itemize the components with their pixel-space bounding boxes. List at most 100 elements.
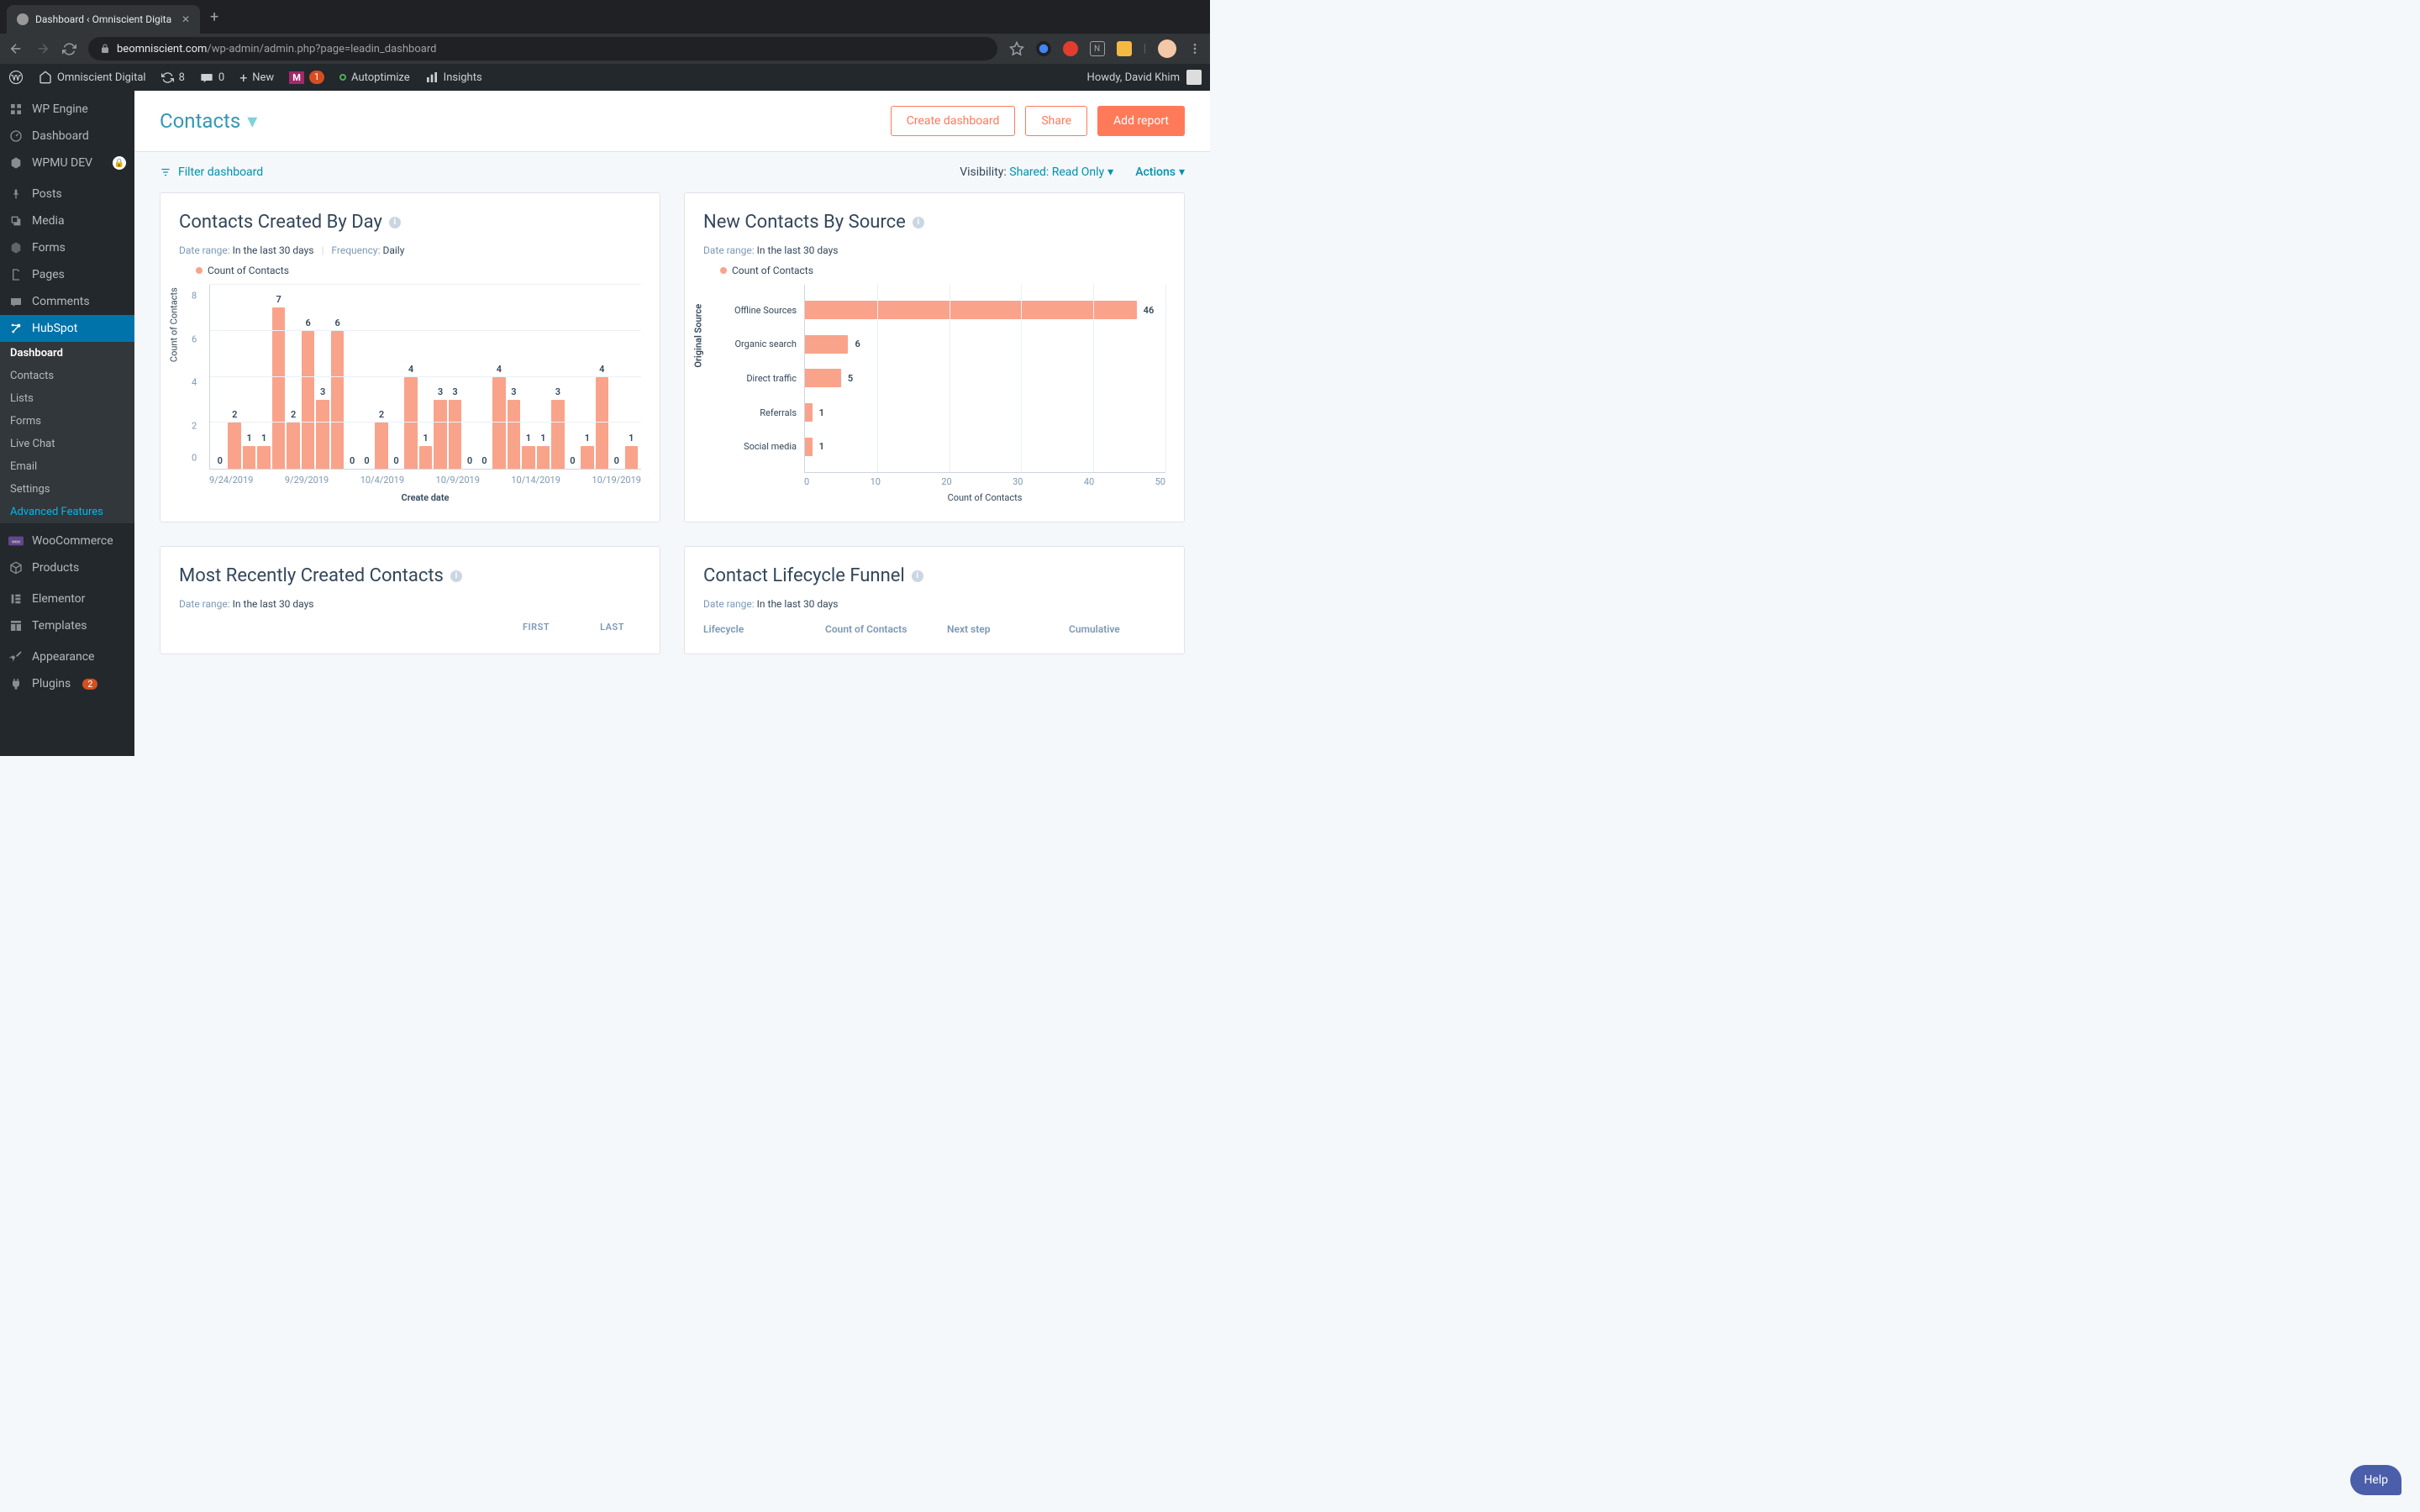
sidebar-item-products[interactable]: Products xyxy=(0,554,134,581)
chart-bar-row[interactable]: Referrals1 xyxy=(805,402,1165,423)
chart-bar[interactable]: 1 xyxy=(419,446,432,469)
sidebar-item-appearance[interactable]: Appearance xyxy=(0,643,134,670)
chart-bar[interactable]: 3 xyxy=(434,400,446,469)
sidebar-item-media[interactable]: Media xyxy=(0,207,134,234)
sidebar-item-label: Appearance xyxy=(32,650,94,664)
close-icon[interactable]: ✕ xyxy=(182,13,190,25)
info-icon[interactable]: i xyxy=(450,570,462,582)
chart-bar[interactable]: 3 xyxy=(551,400,564,469)
sidebar-item-comments[interactable]: Comments xyxy=(0,288,134,315)
tpl-icon xyxy=(8,619,24,633)
browser-tab[interactable]: Dashboard ‹ Omniscient Digita ✕ xyxy=(7,5,200,34)
sidebar-sub-item[interactable]: Dashboard xyxy=(0,342,134,365)
chart-bar[interactable]: 1 xyxy=(257,446,270,469)
sidebar-item-label: Products xyxy=(32,561,79,575)
sidebar-sub-item[interactable]: Settings xyxy=(0,478,134,501)
sidebar-item-wpmu-dev[interactable]: WPMU DEV🔒 xyxy=(0,150,134,176)
sidebar-item-elementor[interactable]: Elementor xyxy=(0,585,134,612)
forward-icon[interactable] xyxy=(35,41,50,56)
new-link[interactable]: +New xyxy=(239,70,274,86)
card-title: Contact Lifecycle Funnel i xyxy=(703,565,1165,586)
chart-bar[interactable]: 3 xyxy=(449,400,461,469)
help-button[interactable]: Help xyxy=(2350,1465,2402,1495)
chart-bar[interactable]: 1 xyxy=(243,446,255,469)
sidebar-sub-item[interactable]: Contacts xyxy=(0,365,134,387)
sidebar-item-pages[interactable]: Pages xyxy=(0,261,134,288)
chart-bar[interactable]: 6 xyxy=(302,331,314,469)
chart-bar[interactable]: 3 xyxy=(508,400,520,469)
chart-bar[interactable]: 1 xyxy=(522,446,534,469)
sidebar-sub-item[interactable]: Forms xyxy=(0,410,134,433)
sidebar-sub-item[interactable]: Live Chat xyxy=(0,433,134,455)
x-axis-label: Count of Contacts xyxy=(804,492,1165,503)
user-avatar[interactable] xyxy=(1186,70,1202,85)
refresh-count[interactable]: 8 xyxy=(161,71,185,84)
chart-bar[interactable]: 2 xyxy=(375,423,387,469)
sidebar-sub-item[interactable]: Email xyxy=(0,455,134,478)
chart-bar[interactable]: 4 xyxy=(596,377,608,470)
card-meta: Date range: In the last 30 days xyxy=(703,244,1165,256)
ext-icon[interactable]: N xyxy=(1090,41,1105,56)
ext-icon[interactable] xyxy=(1036,41,1051,56)
sidebar-item-templates[interactable]: Templates xyxy=(0,612,134,639)
info-icon[interactable]: i xyxy=(389,217,401,228)
info-icon[interactable]: i xyxy=(913,217,924,228)
howdy-text[interactable]: Howdy, David Khim xyxy=(1087,71,1180,84)
info-icon[interactable]: i xyxy=(912,570,923,582)
comments-link[interactable]: 0 xyxy=(200,71,224,84)
extension-icons: N | xyxy=(1036,39,1202,58)
chart-bar[interactable]: 3 xyxy=(316,400,329,469)
address-bar[interactable]: beomniscient.com/wp-admin/admin.php?page… xyxy=(88,37,997,60)
filter-dashboard-button[interactable]: Filter dashboard xyxy=(160,165,263,179)
share-button[interactable]: Share xyxy=(1025,106,1087,136)
actions-dropdown[interactable]: Actions ▾ xyxy=(1135,165,1185,179)
reload-icon[interactable] xyxy=(62,42,76,56)
add-report-button[interactable]: Add report xyxy=(1097,106,1185,136)
site-link[interactable]: Omniscient Digital xyxy=(39,71,146,84)
star-icon[interactable] xyxy=(1009,41,1024,56)
create-dashboard-button[interactable]: Create dashboard xyxy=(891,106,1016,136)
sidebar-item-woocommerce[interactable]: wooWooCommerce xyxy=(0,528,134,554)
autoptimize-link[interactable]: Autoptimize xyxy=(339,71,410,84)
back-icon[interactable] xyxy=(8,41,24,56)
svg-text:woo: woo xyxy=(12,539,20,544)
chart-bar-row[interactable]: Social media1 xyxy=(805,436,1165,458)
tab-title: Dashboard ‹ Omniscient Digita xyxy=(35,13,171,25)
chart-bar[interactable]: 4 xyxy=(404,377,417,470)
x-axis-label: Create date xyxy=(209,492,641,503)
y-axis-label: Original Source xyxy=(693,304,704,368)
sidebar-item-forms[interactable]: Forms xyxy=(0,234,134,261)
chart-bar[interactable]: 4 xyxy=(492,377,505,470)
insights-link[interactable]: Insights xyxy=(425,71,482,84)
menu-icon[interactable] xyxy=(1188,42,1202,55)
visibility-control[interactable]: Visibility: Shared: Read Only ▾ xyxy=(960,165,1113,179)
sidebar-item-wp-engine[interactable]: WP Engine xyxy=(0,96,134,123)
chart-bar-row[interactable]: Offline Sources46 xyxy=(805,299,1165,321)
ext-icon[interactable] xyxy=(1063,41,1078,56)
sidebar-item-dashboard[interactable]: Dashboard xyxy=(0,123,134,150)
new-tab-button[interactable]: + xyxy=(200,8,229,26)
sidebar-sub-item[interactable]: Advanced Features xyxy=(0,501,134,523)
chart-bar[interactable]: 2 xyxy=(287,423,299,469)
profile-avatar[interactable] xyxy=(1158,39,1176,58)
chart-bar[interactable]: 1 xyxy=(581,446,593,469)
media-icon xyxy=(8,214,24,228)
chart-bar[interactable]: 7 xyxy=(272,307,285,469)
ext-icon[interactable] xyxy=(1117,41,1132,56)
chart-bar[interactable]: 2 xyxy=(228,423,240,469)
yoast-link[interactable]: M1 xyxy=(289,71,324,84)
chart-bar[interactable]: 6 xyxy=(331,331,344,469)
sidebar-sub-item[interactable]: Lists xyxy=(0,387,134,410)
chart-bar-row[interactable]: Direct traffic5 xyxy=(805,367,1165,389)
chart-bar[interactable]: 1 xyxy=(537,446,550,469)
sidebar-item-plugins[interactable]: Plugins2 xyxy=(0,670,134,697)
sidebar-item-label: Posts xyxy=(32,187,62,201)
chart-bar-row[interactable]: Organic search6 xyxy=(805,333,1165,355)
hex-icon xyxy=(8,156,24,170)
page-title-dropdown[interactable]: Contacts ▾ xyxy=(160,109,257,133)
sidebar-item-posts[interactable]: Posts xyxy=(0,181,134,207)
chart-bar[interactable]: 1 xyxy=(625,446,638,469)
sidebar-item-hubspot[interactable]: HubSpot xyxy=(0,315,134,342)
wp-logo-icon[interactable] xyxy=(8,70,24,85)
sidebar-item-label: Media xyxy=(32,214,65,228)
